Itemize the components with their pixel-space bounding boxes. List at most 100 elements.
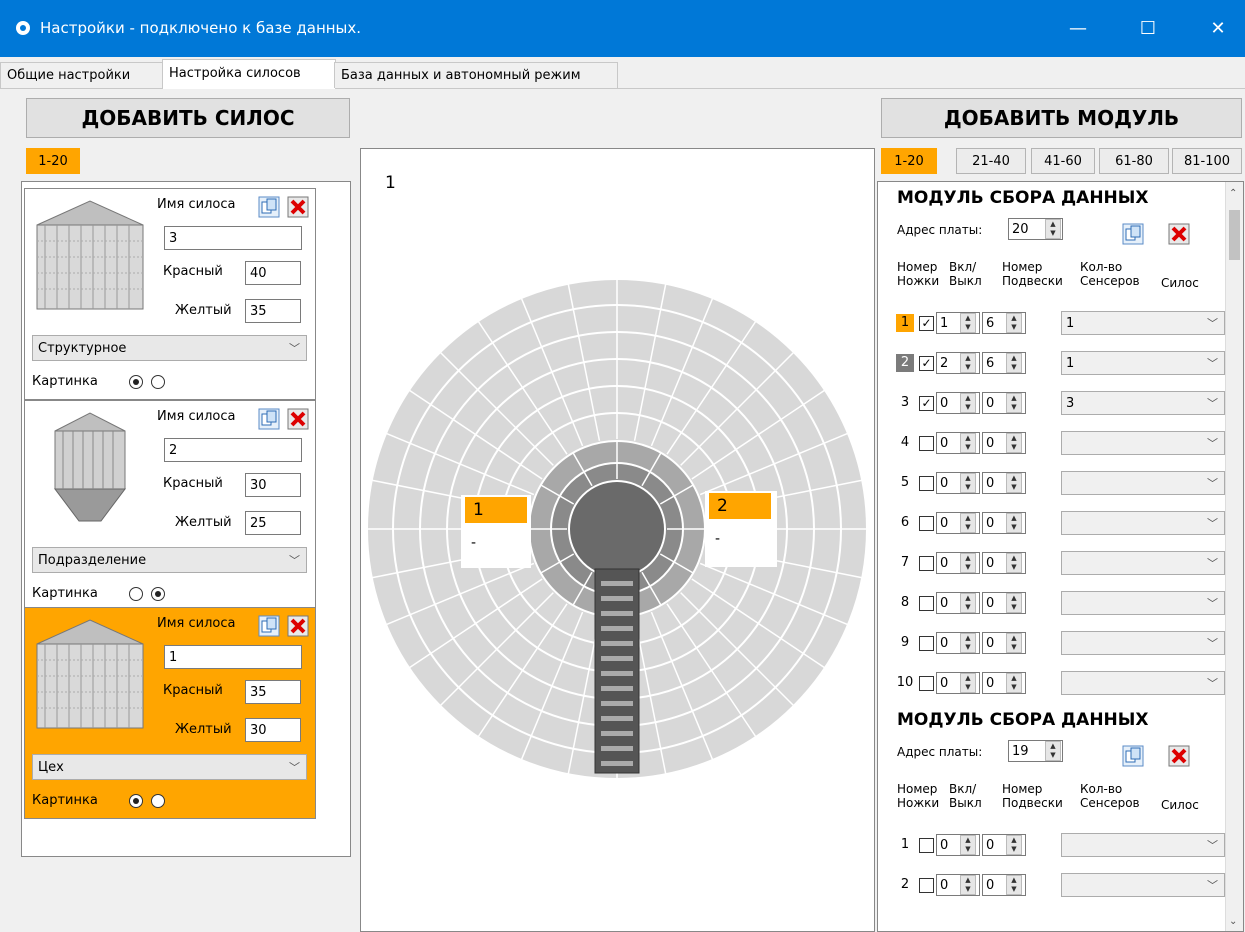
- leg-enabled-checkbox[interactable]: ✓: [919, 356, 934, 371]
- silo-type-select[interactable]: Структурное ﹀: [32, 335, 307, 361]
- leg-enabled-checkbox[interactable]: [919, 516, 934, 531]
- sensor-count-spinner[interactable]: ▲ ▼: [1006, 875, 1022, 895]
- module-scrollbar[interactable]: ⌃ ⌄: [1225, 182, 1243, 931]
- suspension-spinner[interactable]: ▲ ▼: [960, 875, 976, 895]
- silo-select[interactable]: ﹀: [1061, 833, 1225, 857]
- sensor-count-spinner[interactable]: ▲ ▼: [1006, 313, 1022, 333]
- silo-card[interactable]: Имя силоса 2 Красный 30 Желтый 25 Подразделени…: [24, 400, 316, 612]
- suspension-spinner[interactable]: ▲ ▼: [960, 433, 976, 453]
- leg-enabled-checkbox[interactable]: [919, 636, 934, 651]
- leg-enabled-checkbox[interactable]: ✓: [919, 316, 934, 331]
- address-spinner[interactable]: ▲ ▼: [1045, 219, 1061, 239]
- sensor-count-spinner[interactable]: ▲ ▼: [1006, 433, 1022, 453]
- silo-select[interactable]: ﹀: [1061, 631, 1225, 655]
- silo-select[interactable]: ﹀: [1061, 671, 1225, 695]
- silo-name-input[interactable]: 1: [164, 645, 302, 669]
- tab-general[interactable]: Общие настройки: [0, 62, 164, 88]
- sensor-count-spinner[interactable]: ▲ ▼: [1006, 393, 1022, 413]
- suspension-spinner[interactable]: ▲ ▼: [960, 313, 976, 333]
- leg-enabled-checkbox[interactable]: [919, 556, 934, 571]
- sensor-count-spinner[interactable]: ▲ ▼: [1006, 633, 1022, 653]
- suspension-spinner[interactable]: ▲ ▼: [960, 553, 976, 573]
- sensor-count-spinner[interactable]: ▲ ▼: [1006, 513, 1022, 533]
- silo-select[interactable]: ﹀: [1061, 511, 1225, 535]
- picture-radio-2[interactable]: [151, 375, 165, 389]
- copy-module-icon[interactable]: [1122, 223, 1150, 251]
- leg-enabled-checkbox[interactable]: [919, 676, 934, 691]
- copy-module-icon[interactable]: [1122, 745, 1150, 773]
- silo-select[interactable]: 1 ﹀: [1061, 311, 1225, 335]
- module-page-81-100[interactable]: 81-100: [1172, 148, 1242, 174]
- copy-silo-icon[interactable]: [258, 408, 280, 430]
- address-spinner[interactable]: ▲ ▼: [1045, 741, 1061, 761]
- module-page-21-40[interactable]: 21-40: [956, 148, 1026, 174]
- module-page-61-80[interactable]: 61-80: [1099, 148, 1169, 174]
- picture-radio-2[interactable]: [151, 587, 165, 601]
- delete-silo-icon[interactable]: [287, 196, 309, 218]
- sensor-count-spinner[interactable]: ▲ ▼: [1006, 473, 1022, 493]
- suspension-spinner[interactable]: ▲ ▼: [960, 633, 976, 653]
- silo-select[interactable]: ﹀: [1061, 471, 1225, 495]
- close-window-button[interactable]: ✕: [1195, 10, 1241, 46]
- add-silo-button[interactable]: ДОБАВИТЬ СИЛОС: [26, 98, 350, 138]
- silo-card[interactable]: Имя силоса 3 Красный 40 Желтый 35 Структурное ﹀…: [24, 188, 316, 400]
- sensor-count-spinner[interactable]: ▲ ▼: [1006, 835, 1022, 855]
- silo-name-input[interactable]: 2: [164, 438, 302, 462]
- suspension-spinner[interactable]: ▲ ▼: [960, 353, 976, 373]
- leg-enabled-checkbox[interactable]: [919, 476, 934, 491]
- picture-radio-2[interactable]: [151, 794, 165, 808]
- sensor-count-spinner[interactable]: ▲ ▼: [1006, 353, 1022, 373]
- yellow-threshold-input[interactable]: 30: [245, 718, 301, 742]
- delete-module-icon[interactable]: [1168, 223, 1196, 251]
- leg-enabled-checkbox[interactable]: ✓: [919, 396, 934, 411]
- delete-module-icon[interactable]: [1168, 745, 1196, 773]
- suspension-spinner[interactable]: ▲ ▼: [960, 835, 976, 855]
- leg-enabled-checkbox[interactable]: [919, 838, 934, 853]
- scroll-thumb[interactable]: [1229, 210, 1240, 260]
- picture-radio-1[interactable]: [129, 794, 143, 808]
- leg-enabled-checkbox[interactable]: [919, 596, 934, 611]
- silo-name-input[interactable]: 3: [164, 226, 302, 250]
- silo-card[interactable]: Имя силоса 1 Красный 35 Желтый 30 Цех ﹀ Картинка: [24, 607, 316, 819]
- add-module-button[interactable]: ДОБАВИТЬ МОДУЛЬ: [881, 98, 1242, 138]
- suspension-spinner[interactable]: ▲ ▼: [960, 593, 976, 613]
- delete-silo-icon[interactable]: [287, 408, 309, 430]
- red-threshold-input[interactable]: 35: [245, 680, 301, 704]
- silo-select[interactable]: ﹀: [1061, 591, 1225, 615]
- copy-silo-icon[interactable]: [258, 196, 280, 218]
- minimize-button[interactable]: —: [1055, 10, 1101, 46]
- yellow-threshold-input[interactable]: 35: [245, 299, 301, 323]
- red-threshold-input[interactable]: 40: [245, 261, 301, 285]
- suspension-spinner[interactable]: ▲ ▼: [960, 473, 976, 493]
- silo-select[interactable]: 1 ﹀: [1061, 351, 1225, 375]
- scroll-up-icon[interactable]: ⌃: [1229, 188, 1237, 199]
- silo-type-select[interactable]: Цех ﹀: [32, 754, 307, 780]
- leg-enabled-checkbox[interactable]: [919, 878, 934, 893]
- module-page-1-20[interactable]: 1-20: [881, 148, 937, 174]
- suspension-spinner[interactable]: ▲ ▼: [960, 513, 976, 533]
- silo-select[interactable]: ﹀: [1061, 431, 1225, 455]
- delete-silo-icon[interactable]: [287, 615, 309, 637]
- picture-radio-1[interactable]: [129, 587, 143, 601]
- sensor-count-spinner[interactable]: ▲ ▼: [1006, 593, 1022, 613]
- silo-select[interactable]: ﹀: [1061, 551, 1225, 575]
- leg-enabled-checkbox[interactable]: [919, 436, 934, 451]
- tab-silo-settings[interactable]: Настройка силосов: [162, 59, 336, 89]
- copy-silo-icon[interactable]: [258, 615, 280, 637]
- module-page-41-60[interactable]: 41-60: [1031, 148, 1095, 174]
- red-threshold-input[interactable]: 30: [245, 473, 301, 497]
- tab-database[interactable]: База данных и автономный режим: [334, 62, 618, 88]
- silo-select[interactable]: ﹀: [1061, 873, 1225, 897]
- suspension-spinner[interactable]: ▲ ▼: [960, 673, 976, 693]
- sensor-count-spinner[interactable]: ▲ ▼: [1006, 673, 1022, 693]
- sensor-count-spinner[interactable]: ▲ ▼: [1006, 553, 1022, 573]
- sensor-box-2[interactable]: 2 -: [705, 491, 777, 567]
- sensor-box-1[interactable]: 1 -: [461, 495, 531, 568]
- silo-page-1-20[interactable]: 1-20: [26, 148, 80, 174]
- suspension-spinner[interactable]: ▲ ▼: [960, 393, 976, 413]
- silo-type-select[interactable]: Подразделение ﹀: [32, 547, 307, 573]
- silo-select[interactable]: 3 ﹀: [1061, 391, 1225, 415]
- scroll-down-icon[interactable]: ⌄: [1229, 916, 1237, 927]
- yellow-threshold-input[interactable]: 25: [245, 511, 301, 535]
- maximize-button[interactable]: ☐: [1125, 10, 1171, 46]
